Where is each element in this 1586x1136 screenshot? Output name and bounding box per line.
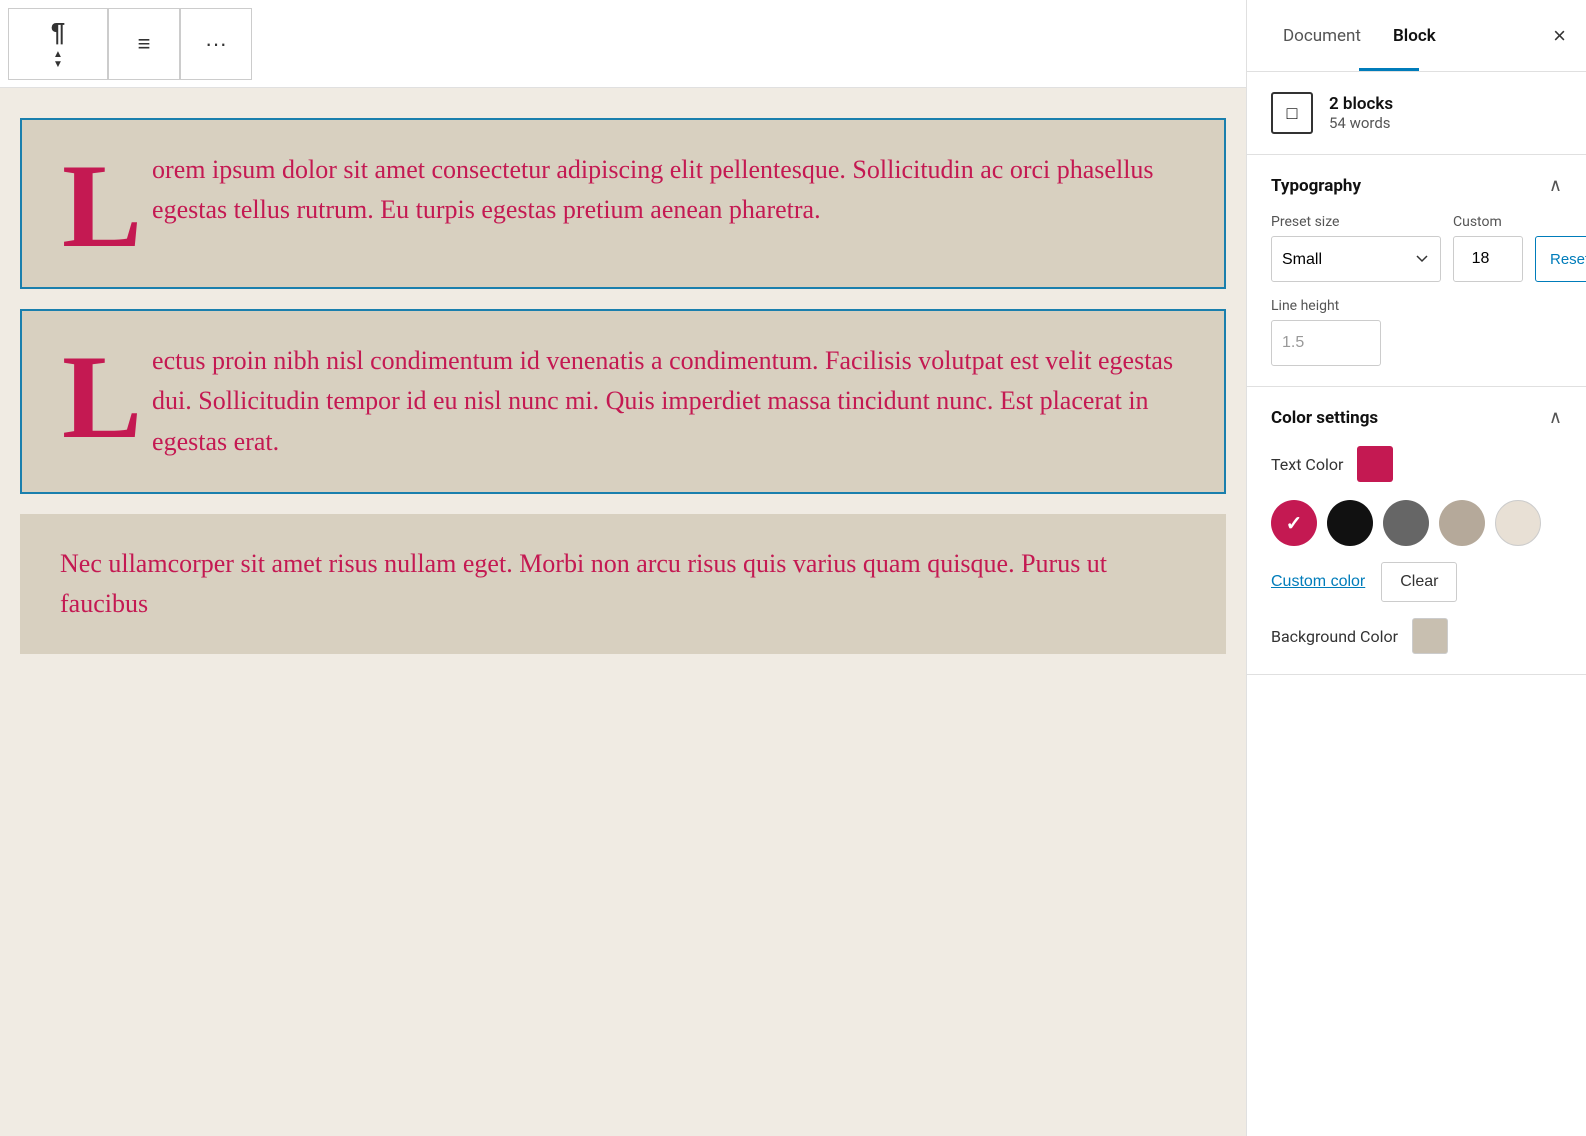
- color-settings-title: Color settings: [1271, 408, 1378, 428]
- list-icon: ≡: [138, 31, 151, 57]
- swatch-red[interactable]: [1271, 500, 1317, 546]
- reset-button[interactable]: Reset: [1535, 236, 1586, 282]
- words-count: 54 words: [1329, 114, 1393, 132]
- block-type-icon: □: [1271, 92, 1313, 134]
- block-1[interactable]: L orem ipsum dolor sit amet consectetur …: [20, 118, 1226, 289]
- color-settings-collapse-icon[interactable]: ∧: [1549, 407, 1562, 428]
- typography-collapse-icon[interactable]: ∧: [1549, 175, 1562, 196]
- custom-color-button[interactable]: Custom color: [1271, 573, 1365, 591]
- color-settings-header: Color settings ∧: [1271, 407, 1562, 428]
- sidebar-tabs: Document Block ×: [1247, 0, 1586, 72]
- block-info: □ 2 blocks 54 words: [1247, 72, 1586, 155]
- swatch-dark-gray[interactable]: [1383, 500, 1429, 546]
- text-color-row: Text Color: [1271, 446, 1562, 482]
- more-icon: ···: [205, 31, 227, 57]
- block-3[interactable]: Nec ullamcorper sit amet risus nullam eg…: [20, 514, 1226, 655]
- block-3-text[interactable]: Nec ullamcorper sit amet risus nullam eg…: [60, 544, 1186, 625]
- editor-content: L orem ipsum dolor sit amet consectetur …: [0, 88, 1246, 1136]
- color-settings-section: Color settings ∧ Text Color Custom color…: [1247, 387, 1586, 675]
- line-height-group: Line height: [1271, 298, 1562, 366]
- toolbar: ¶ ▲ ▼ ≡ ···: [0, 0, 1246, 88]
- custom-size-input[interactable]: [1453, 236, 1523, 282]
- preset-size-label: Preset size: [1271, 214, 1441, 230]
- bg-color-preview-swatch[interactable]: [1412, 618, 1448, 654]
- paragraph-icon: ¶: [51, 17, 65, 48]
- clear-color-button[interactable]: Clear: [1381, 562, 1457, 602]
- typography-section-header: Typography ∧: [1271, 175, 1562, 196]
- paragraph-tool-button[interactable]: ¶ ▲ ▼: [8, 8, 108, 80]
- tab-block[interactable]: Block: [1377, 6, 1452, 66]
- bg-color-label: Background Color: [1271, 627, 1398, 646]
- drop-cap-1: L: [62, 155, 142, 257]
- text-color-label: Text Color: [1271, 455, 1343, 474]
- swatch-cream[interactable]: [1495, 500, 1541, 546]
- block-2-text[interactable]: ectus proin nibh nisl condimentum id ven…: [152, 341, 1184, 462]
- more-tool-button[interactable]: ···: [180, 8, 252, 80]
- typography-controls-row: Preset size SmallMediumLargeX-Large Cust…: [1271, 214, 1562, 282]
- line-height-label: Line height: [1271, 298, 1562, 314]
- preset-size-select[interactable]: SmallMediumLargeX-Large: [1271, 236, 1441, 282]
- typography-section: Typography ∧ Preset size SmallMediumLarg…: [1247, 155, 1586, 387]
- tab-document[interactable]: Document: [1267, 6, 1377, 66]
- blocks-count: 2 blocks: [1329, 94, 1393, 114]
- text-color-preview-swatch[interactable]: [1357, 446, 1393, 482]
- arrows-icon: ▲ ▼: [53, 50, 63, 70]
- block-square-icon: □: [1287, 103, 1298, 124]
- typography-title: Typography: [1271, 176, 1361, 196]
- line-height-input[interactable]: [1271, 320, 1381, 366]
- list-tool-button[interactable]: ≡: [108, 8, 180, 80]
- block-1-text[interactable]: orem ipsum dolor sit amet consectetur ad…: [152, 150, 1184, 231]
- color-actions-row: Custom color Clear: [1271, 562, 1562, 602]
- preset-size-group: Preset size SmallMediumLargeX-Large: [1271, 214, 1441, 282]
- custom-size-group: Custom: [1453, 214, 1523, 282]
- close-sidebar-button[interactable]: ×: [1553, 23, 1566, 49]
- swatch-black[interactable]: [1327, 500, 1373, 546]
- drop-cap-2: L: [62, 346, 142, 448]
- color-swatches-row: [1271, 500, 1562, 546]
- sidebar: Document Block × □ 2 blocks 54 words Typ…: [1246, 0, 1586, 1136]
- bg-color-row: Background Color: [1271, 618, 1562, 654]
- swatch-light-tan[interactable]: [1439, 500, 1485, 546]
- block-2[interactable]: L ectus proin nibh nisl condimentum id v…: [20, 309, 1226, 494]
- custom-size-label: Custom: [1453, 214, 1523, 230]
- block-meta: 2 blocks 54 words: [1329, 94, 1393, 132]
- editor-area: ¶ ▲ ▼ ≡ ··· L orem ipsum dolor sit amet …: [0, 0, 1246, 1136]
- tab-active-indicator: [1359, 68, 1419, 71]
